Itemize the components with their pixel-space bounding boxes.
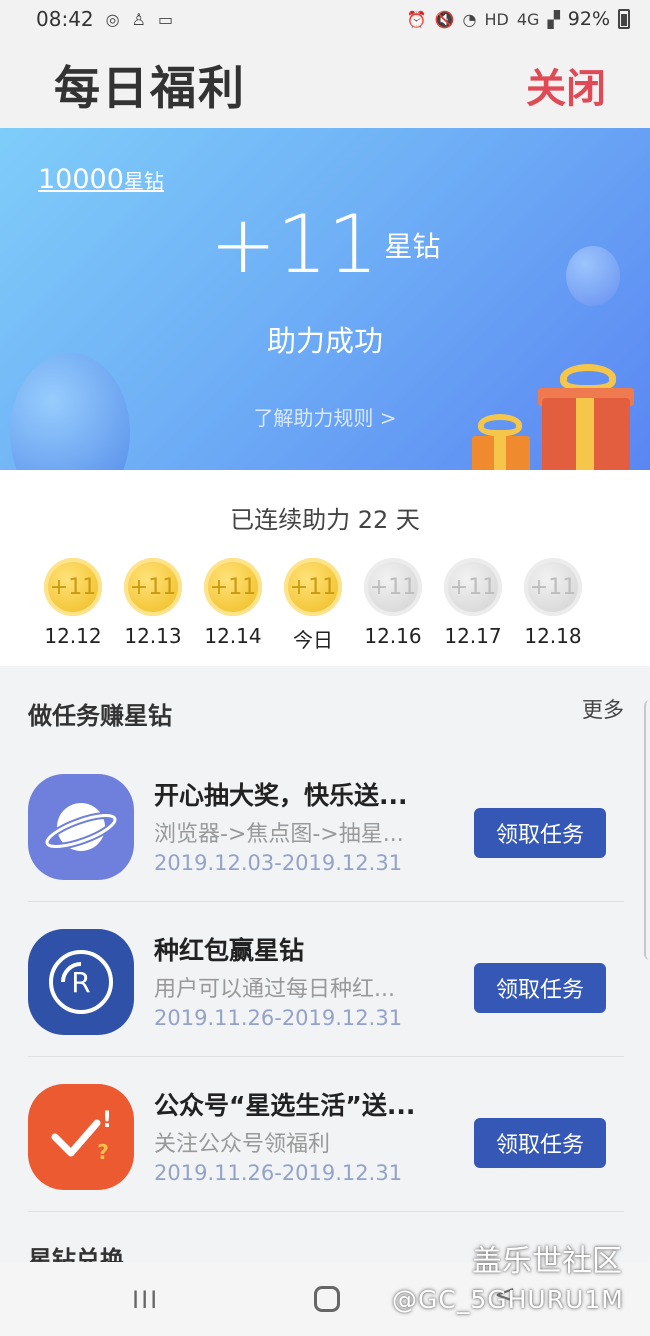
balance-link[interactable]: 10000星钻: [38, 164, 164, 195]
day-label: 12.13: [124, 624, 182, 648]
checkin-day: +11 12.13: [124, 558, 182, 653]
coin-icon: +11: [444, 558, 502, 616]
status-left: 08:42 ◎ ♙ ▭: [36, 7, 173, 31]
task-item: R 种红包赢星钻 用户可以通过每日种红... 2019.11.26-2019.1…: [0, 901, 650, 1056]
mute-icon: 🔇: [434, 9, 455, 29]
network-type: 4G: [516, 9, 540, 29]
day-label: 12.17: [444, 624, 502, 648]
task-title: 开心抽大奖，快乐送...: [154, 781, 408, 810]
task-desc: 浏览器->焦点图->抽星...: [154, 822, 404, 847]
task-desc: 关注公众号领福利: [154, 1132, 331, 1157]
coin-icon: +11: [44, 558, 102, 616]
recent-apps-button[interactable]: III: [132, 1286, 159, 1314]
alarm-icon: ⏰: [406, 9, 427, 29]
status-time: 08:42: [36, 7, 94, 31]
wifi-icon: ◔: [462, 9, 477, 29]
gift-box-icon: [542, 398, 630, 470]
day-label: 12.14: [204, 624, 262, 648]
task-title: 公众号“星选生活”送...: [154, 1091, 416, 1120]
checkin-days: +11 12.12 +11 12.13 +11 12.14 +11 今日 +11…: [44, 558, 582, 653]
day-label: 12.12: [44, 624, 102, 648]
coin-icon: +11: [524, 558, 582, 616]
hd-badge: HD: [484, 9, 509, 29]
watermark-community: 盖乐世社区: [472, 1244, 622, 1279]
balance-unit: 星钻: [123, 169, 164, 193]
day-label: 12.16: [364, 624, 422, 648]
person-icon: ♙: [131, 9, 146, 29]
checkin-day-today: +11 今日: [284, 558, 342, 653]
header: 每日福利 关闭: [0, 38, 650, 128]
streak-text: 已连续助力 22 天: [230, 506, 420, 534]
day-label: 12.18: [524, 624, 582, 648]
coin-icon: +11: [284, 558, 342, 616]
signal-icon: ▞: [547, 9, 560, 29]
task-desc: 用户可以通过每日种红...: [154, 977, 395, 1002]
gift-box-icon-small: [472, 436, 530, 470]
reward-unit: 星钻: [384, 229, 441, 263]
day-label: 今日: [293, 628, 333, 652]
svg-text:R: R: [71, 966, 90, 999]
r-coin-icon: R: [28, 929, 134, 1035]
coin-icon: +11: [204, 558, 262, 616]
task-item: 开心抽大奖，快乐送... 浏览器->焦点图->抽星... 2019.12.03-…: [0, 746, 650, 901]
task-item: ! ? 公众号“星选生活”送... 关注公众号领福利 2019.11.26-20…: [0, 1056, 650, 1211]
task-date: 2019.12.03-2019.12.31: [154, 851, 403, 875]
check-question-icon: ! ?: [28, 1084, 134, 1190]
tasks-more-link[interactable]: 更多: [582, 694, 624, 724]
reward-banner: 10000星钻 +11 星钻 助力成功 了解助力规则 >: [0, 128, 650, 470]
tasks-header: 做任务赚星钻 更多: [0, 666, 650, 746]
svg-text:!: !: [102, 1108, 112, 1133]
reward-row: +11 星钻: [0, 198, 650, 291]
status-bar: 08:42 ◎ ♙ ▭ ⏰ 🔇 ◔ HD 4G ▞ 92%: [0, 0, 650, 38]
task-date: 2019.11.26-2019.12.31: [154, 1161, 403, 1185]
task-title: 种红包赢星钻: [154, 936, 305, 965]
status-right: ⏰ 🔇 ◔ HD 4G ▞ 92%: [407, 8, 630, 30]
checkin-day: +11 12.12: [44, 558, 102, 653]
task-date: 2019.11.26-2019.12.31: [154, 1006, 403, 1030]
checkin-day: +11 12.17: [444, 558, 502, 653]
cast-icon: ▭: [157, 9, 174, 29]
reward-amount: +11: [209, 198, 379, 291]
notification-icon: ◎: [105, 9, 120, 29]
watermark-handle: @GC_5GHURU1M: [392, 1285, 624, 1314]
balance-value: 10000: [38, 164, 124, 195]
planet-icon: [28, 774, 134, 880]
claim-task-button[interactable]: 领取任务: [474, 963, 606, 1013]
success-text: 助力成功: [266, 324, 383, 358]
page-title: 每日福利: [54, 61, 246, 115]
claim-task-button[interactable]: 领取任务: [474, 1118, 606, 1168]
battery-percent: 92%: [567, 8, 610, 30]
gift-bow-icon-small: [478, 414, 522, 436]
battery-icon: [618, 9, 630, 29]
checkin-day: +11 12.18: [524, 558, 582, 653]
claim-task-button[interactable]: 领取任务: [474, 808, 606, 858]
checkin-section: 已连续助力 22 天 +11 12.12 +11 12.13 +11 12.14…: [0, 470, 650, 666]
close-button[interactable]: 关闭: [526, 56, 606, 114]
coin-icon: +11: [364, 558, 422, 616]
svg-text:?: ?: [97, 1140, 109, 1164]
divider: [28, 1211, 624, 1212]
tasks-title: 做任务赚星钻: [28, 702, 172, 730]
checkin-day: +11 12.16: [364, 558, 422, 653]
coin-icon: +11: [124, 558, 182, 616]
home-button[interactable]: [314, 1286, 340, 1312]
checkin-day: +11 12.14: [204, 558, 262, 653]
